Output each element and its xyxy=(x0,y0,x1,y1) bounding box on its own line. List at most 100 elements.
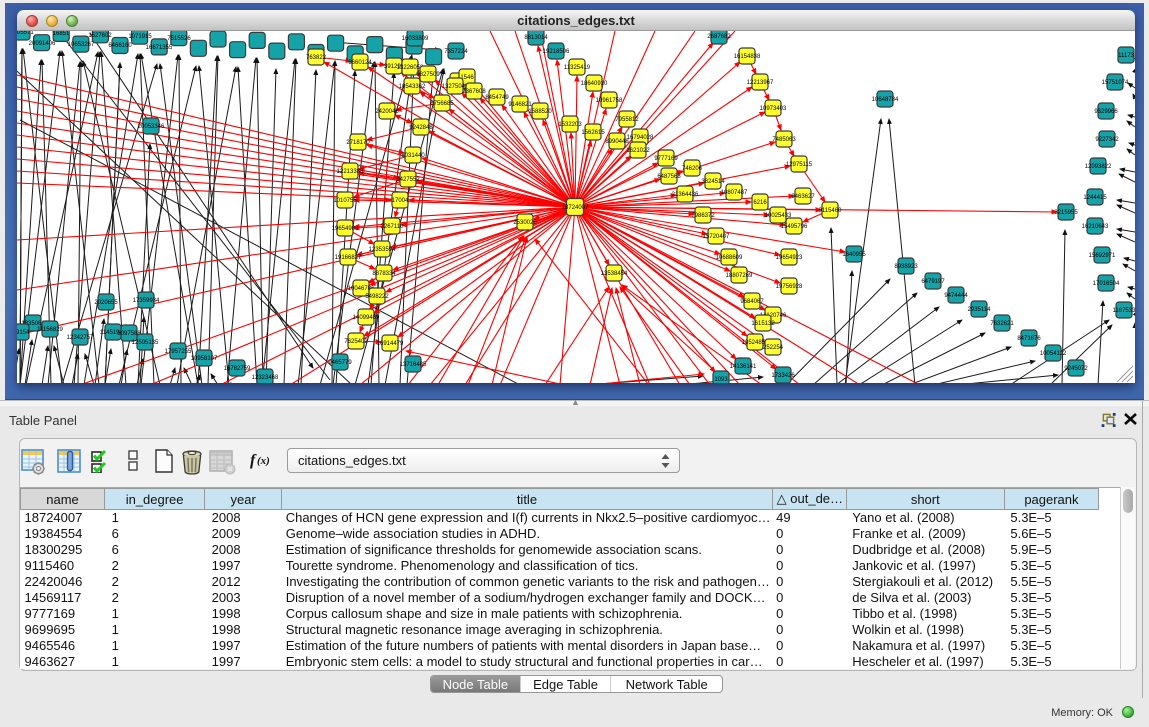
svg-text:14136141: 14136141 xyxy=(730,364,757,370)
svg-text:9146821: 9146821 xyxy=(508,102,532,108)
svg-text:16851: 16851 xyxy=(53,31,70,37)
svg-text:9777169: 9777169 xyxy=(654,156,678,162)
svg-text:1244415: 1244415 xyxy=(1083,195,1107,201)
svg-text:10054112: 10054112 xyxy=(1040,351,1067,357)
svg-text:8031440: 8031440 xyxy=(401,153,425,159)
svg-text:2367608: 2367608 xyxy=(462,89,486,95)
svg-text:10807487: 10807487 xyxy=(721,190,748,196)
svg-text:18724007: 18724007 xyxy=(562,205,589,211)
svg-text:16671355: 16671355 xyxy=(146,45,173,51)
svg-text:7485063: 7485063 xyxy=(772,137,796,143)
svg-text:9427552: 9427552 xyxy=(396,177,420,183)
svg-text:1071915: 1071915 xyxy=(128,34,152,40)
svg-text:12323468: 12323468 xyxy=(252,375,279,381)
svg-text:15720407: 15720407 xyxy=(703,234,730,240)
svg-text:252254: 252254 xyxy=(763,345,784,351)
svg-text:15692971: 15692971 xyxy=(1089,253,1116,259)
svg-text:15495796: 15495796 xyxy=(781,224,808,230)
svg-text:2530025: 2530025 xyxy=(513,220,537,226)
svg-text:9227342: 9227342 xyxy=(1095,137,1119,143)
svg-text:1562615: 1562615 xyxy=(581,130,605,136)
svg-text:9474444: 9474444 xyxy=(944,293,968,299)
svg-text:17957255: 17957255 xyxy=(165,349,192,355)
svg-text:9115460: 9115460 xyxy=(819,208,843,214)
svg-text:1167533: 1167533 xyxy=(1113,308,1135,314)
svg-text:39154: 39154 xyxy=(17,330,30,336)
svg-text:13716485: 13716485 xyxy=(400,362,427,368)
svg-text:1527602: 1527602 xyxy=(88,33,112,39)
svg-text:16033809: 16033809 xyxy=(402,36,429,42)
svg-text:f: f xyxy=(250,452,257,469)
svg-text:12353594: 12353594 xyxy=(369,247,396,253)
svg-text:1405571: 1405571 xyxy=(17,31,34,36)
svg-text:8938923: 8938923 xyxy=(894,264,918,270)
svg-text:17016504: 17016504 xyxy=(1093,281,1120,287)
svg-text:12975115: 12975115 xyxy=(786,162,813,168)
svg-text:3824514: 3824514 xyxy=(701,179,725,185)
svg-text:8878334: 8878334 xyxy=(372,271,396,277)
svg-text:20091406: 20091406 xyxy=(29,41,56,47)
svg-text:7986372: 7986372 xyxy=(691,213,715,219)
svg-text:1733426: 1733426 xyxy=(771,373,795,379)
svg-text:13538454: 13538454 xyxy=(601,271,628,277)
svg-text:19218506: 19218506 xyxy=(543,49,570,55)
svg-text:12505135: 12505135 xyxy=(132,340,159,346)
svg-text:9465779: 9465779 xyxy=(328,360,352,366)
svg-text:7955812: 7955812 xyxy=(615,117,639,123)
svg-text:15751074: 15751074 xyxy=(1102,80,1129,86)
svg-text:9329966: 9329966 xyxy=(1094,109,1118,115)
svg-text:16914479: 16914479 xyxy=(377,341,404,347)
svg-text:(x): (x) xyxy=(257,455,270,467)
svg-text:10688609: 10688609 xyxy=(716,255,743,261)
svg-text:21364436: 21364436 xyxy=(672,192,699,198)
svg-text:19166827: 19166827 xyxy=(335,255,362,261)
svg-text:763822: 763822 xyxy=(306,55,327,61)
svg-text:8756685: 8756685 xyxy=(430,101,454,107)
svg-text:9827509: 9827509 xyxy=(416,72,440,78)
svg-text:18640910: 18640910 xyxy=(581,81,608,87)
svg-text:6216: 6216 xyxy=(753,200,767,206)
svg-text:1093: 1093 xyxy=(714,377,728,383)
svg-text:1621022: 1621022 xyxy=(626,148,650,154)
svg-text:12342757: 12342757 xyxy=(67,335,94,341)
svg-text:6479197: 6479197 xyxy=(921,279,945,285)
svg-text:12213383: 12213383 xyxy=(337,169,364,175)
svg-text:2935114: 2935114 xyxy=(968,307,992,313)
svg-text:19654923: 19654923 xyxy=(776,255,803,261)
svg-text:6487568: 6487568 xyxy=(657,174,681,180)
svg-text:8660124: 8660124 xyxy=(348,60,372,66)
svg-text:10543362: 10543362 xyxy=(399,84,426,90)
svg-text:8454749: 8454749 xyxy=(485,95,509,101)
svg-text:12213967: 12213967 xyxy=(747,80,774,86)
svg-text:10961758: 10961758 xyxy=(596,98,623,104)
svg-text:10653267: 10653267 xyxy=(68,42,95,48)
svg-text:746206: 746206 xyxy=(682,166,703,172)
svg-text:3215955: 3215955 xyxy=(1054,210,1078,216)
svg-text:16154838: 16154838 xyxy=(734,54,761,60)
svg-text:1588520: 1588520 xyxy=(528,109,552,115)
svg-text:2687682: 2687682 xyxy=(707,34,731,40)
svg-text:7515526: 7515526 xyxy=(167,36,191,42)
svg-text:16794028: 16794028 xyxy=(627,135,654,141)
svg-text:14099489: 14099489 xyxy=(353,315,380,321)
svg-text:1010755: 1010755 xyxy=(333,198,357,204)
svg-text:9245072: 9245072 xyxy=(1064,366,1088,372)
svg-text:2718170: 2718170 xyxy=(346,140,370,146)
svg-text:19654983: 19654983 xyxy=(332,226,359,232)
svg-text:19756928: 19756928 xyxy=(776,284,803,290)
svg-text:10973403: 10973403 xyxy=(760,106,787,112)
svg-text:6466160: 6466160 xyxy=(108,43,132,49)
svg-text:18807269: 18807269 xyxy=(726,273,753,279)
svg-text:2020655: 2020655 xyxy=(94,300,118,306)
svg-text:11325419: 11325419 xyxy=(564,65,591,71)
svg-text:7625402: 7625402 xyxy=(344,339,368,345)
svg-text:17004: 17004 xyxy=(392,198,409,204)
svg-text:1532203: 1532203 xyxy=(558,122,582,128)
svg-text:3267110: 3267110 xyxy=(381,224,405,230)
svg-text:7632621: 7632621 xyxy=(990,321,1014,327)
svg-text:16210643: 16210643 xyxy=(1082,224,1109,230)
svg-text:1640955: 1640955 xyxy=(842,252,866,258)
svg-text:5498222: 5498222 xyxy=(365,294,389,300)
svg-text:11173: 11173 xyxy=(1118,53,1134,59)
svg-text:1615132: 1615132 xyxy=(751,321,775,327)
